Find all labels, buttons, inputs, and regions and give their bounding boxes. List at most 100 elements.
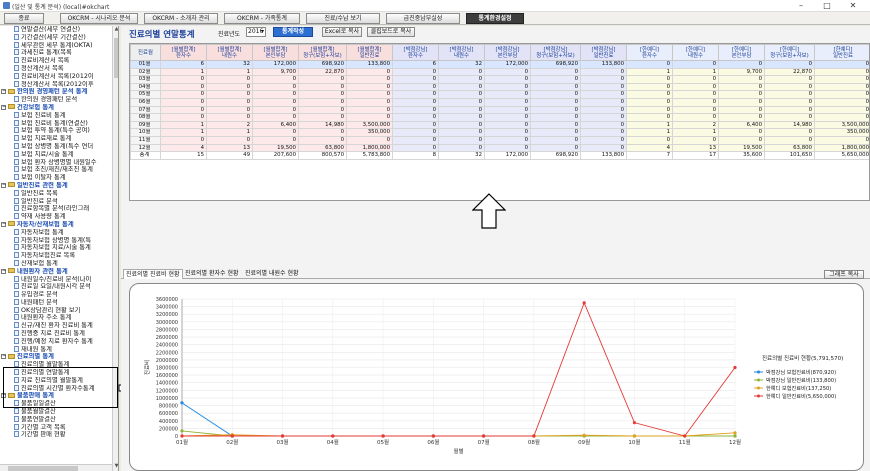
table-cell[interactable]: 698,920 (530, 151, 581, 160)
table-cell[interactable]: 1 (626, 67, 673, 77)
table-cell[interactable]: 0 (764, 82, 815, 92)
table-cell[interactable]: 0 (298, 82, 347, 92)
table-cell[interactable]: 0 (392, 105, 439, 115)
table-cell[interactable]: 0 (718, 105, 765, 115)
table-cell[interactable]: 0 (580, 128, 627, 137)
table-cell[interactable]: 3,500,000 (346, 120, 393, 130)
table-cell[interactable]: 0 (764, 135, 815, 145)
table-cell[interactable]: 1,800,000 (814, 143, 869, 153)
table-cell[interactable]: 0 (392, 75, 439, 84)
tree-category[interactable]: − 내원환자 관련 통계 (0, 268, 112, 276)
tree-item[interactable]: 물품연말결산 (0, 415, 112, 424)
tree-item[interactable]: 보험 이탈자 통계 (0, 174, 112, 182)
column-header[interactable]: [한예디] 내원수 (672, 44, 719, 61)
table-cell[interactable]: 0 (580, 90, 627, 99)
close-button[interactable]: ✕ (840, 0, 866, 12)
table-cell[interactable]: 0 (252, 113, 299, 122)
table-cell[interactable]: 0 (252, 90, 299, 99)
table-row[interactable]: 11월 0 0 0 0 0 0 0 0 0 0 0 0 0 0 0 (130, 135, 869, 145)
tree-item[interactable]: 일반진료 분석 (0, 197, 112, 206)
table-cell[interactable]: 172,000 (252, 60, 299, 69)
table-cell[interactable]: 22,870 (298, 67, 347, 77)
table-cell[interactable]: 5,650,000 (814, 151, 869, 160)
collapse-icon[interactable]: − (1, 89, 6, 95)
table-cell[interactable]: 0 (672, 75, 719, 84)
tree-item[interactable]: 기간결산(세무 기간결산) (0, 33, 112, 42)
table-cell[interactable]: 0 (580, 120, 627, 130)
table-cell[interactable]: 0 (346, 105, 393, 115)
graph-copy-button[interactable]: 그래프 복사 (824, 270, 864, 279)
tree-item[interactable]: 한의원 경영패턴 분석 (0, 96, 112, 104)
table-cell[interactable]: 0 (484, 135, 531, 145)
column-header[interactable]: [한예디] 본인부담 (718, 44, 765, 61)
table-cell[interactable]: 35,600 (718, 151, 765, 160)
table-row[interactable]: 07월 0 0 0 0 0 0 0 0 0 0 0 0 0 0 0 (130, 105, 869, 115)
table-cell[interactable]: 0 (626, 75, 673, 84)
table-cell[interactable]: 0 (484, 75, 531, 84)
table-cell[interactable]: 0 (530, 90, 581, 99)
table-cell[interactable]: 0 (252, 135, 299, 145)
table-row[interactable]: 03월 0 0 0 0 0 0 0 0 0 0 0 0 0 0 0 (130, 75, 869, 84)
table-cell[interactable]: 0 (206, 135, 253, 145)
table-cell[interactable]: 207,600 (252, 151, 299, 160)
tree-item[interactable]: 연말결산(세무 연결산) (0, 26, 112, 34)
table-cell[interactable]: 0 (718, 60, 765, 69)
table-cell[interactable]: 0 (160, 113, 207, 122)
column-header[interactable]: [박점강님] 청구(보험+자보) (530, 44, 581, 61)
table-cell[interactable]: 13 (672, 143, 719, 153)
table-cell[interactable]: 0 (718, 82, 765, 92)
table-cell[interactable]: 0 (392, 120, 439, 130)
tree-item[interactable]: 진료일 요일/내원시각 분석 (0, 283, 112, 291)
table-cell[interactable]: 32 (438, 60, 485, 69)
table-cell[interactable]: 0 (530, 120, 581, 130)
table-cell[interactable]: 0 (346, 90, 393, 99)
table-cell[interactable]: 01월 (130, 60, 161, 69)
table-cell[interactable]: 698,920 (298, 60, 347, 69)
table-cell[interactable]: 6,400 (718, 120, 765, 130)
table-cell[interactable]: 0 (438, 113, 485, 122)
table-cell[interactable]: 0 (530, 67, 581, 77)
scroll-up-icon[interactable]: ▲ (113, 26, 118, 34)
table-row[interactable]: 08월 0 0 0 0 0 0 0 0 0 0 0 0 0 0 0 (130, 113, 869, 122)
tree-item[interactable]: 정산계산서 목록(2012이후 (0, 80, 112, 89)
minimize-button[interactable]: – (788, 0, 814, 12)
table-cell[interactable]: 32 (438, 151, 485, 160)
tree-item[interactable]: 정산계산서 목록 (0, 64, 112, 73)
table-cell[interactable]: 0 (580, 82, 627, 92)
table-cell[interactable]: 0 (438, 105, 485, 115)
table-cell[interactable]: 10월 (130, 128, 161, 137)
column-header[interactable]: [박점강님] 본인부담 (484, 44, 531, 61)
table-cell[interactable]: 07월 (130, 105, 161, 115)
table-cell[interactable]: 0 (814, 135, 869, 145)
table-cell[interactable]: 0 (580, 143, 627, 153)
sidebar-hscrollbar[interactable] (0, 464, 112, 471)
table-cell[interactable]: 0 (252, 82, 299, 92)
table-cell[interactable]: 19,500 (252, 143, 299, 153)
table-cell[interactable]: 0 (346, 75, 393, 84)
table-cell[interactable]: 12월 (130, 143, 161, 153)
table-cell[interactable]: 0 (206, 105, 253, 115)
table-cell[interactable]: 0 (438, 67, 485, 77)
table-cell[interactable]: 0 (814, 60, 869, 69)
tree-item[interactable]: 자동차보험 치료/시술 통계 (0, 244, 112, 252)
table-cell[interactable]: 0 (764, 105, 815, 115)
table-cell[interactable]: 0 (530, 82, 581, 92)
table-cell[interactable]: 0 (718, 135, 765, 145)
table-cell[interactable]: 0 (718, 75, 765, 84)
table-cell[interactable]: 0 (764, 60, 815, 69)
table-cell[interactable]: 0 (160, 90, 207, 99)
tree-category[interactable]: − 건강보험 통계 (0, 104, 112, 112)
table-cell[interactable]: 0 (298, 113, 347, 122)
table-row[interactable]: 02월 1 1 9,700 22,870 0 0 0 0 0 0 1 1 9,700 22,870 0 (130, 67, 869, 77)
table-cell[interactable]: 9,700 (718, 67, 765, 77)
table-cell[interactable]: 0 (814, 113, 869, 122)
tree-item[interactable]: 내원패턴 분석 (0, 298, 112, 307)
table-row[interactable]: 12월 4 13 19,500 63,800 1,800,000 0 0 0 0 0 4 13 19,50… (130, 143, 869, 153)
tree-item[interactable]: 산재보험 통계 (0, 259, 112, 268)
table-cell[interactable]: 0 (438, 120, 485, 130)
table-cell[interactable]: 0 (764, 90, 815, 99)
table-cell[interactable]: 0 (438, 75, 485, 84)
table-cell[interactable]: 0 (160, 75, 207, 84)
tree-item[interactable]: 진료비계산서 목록 (0, 57, 112, 65)
table-cell[interactable]: 0 (484, 113, 531, 122)
